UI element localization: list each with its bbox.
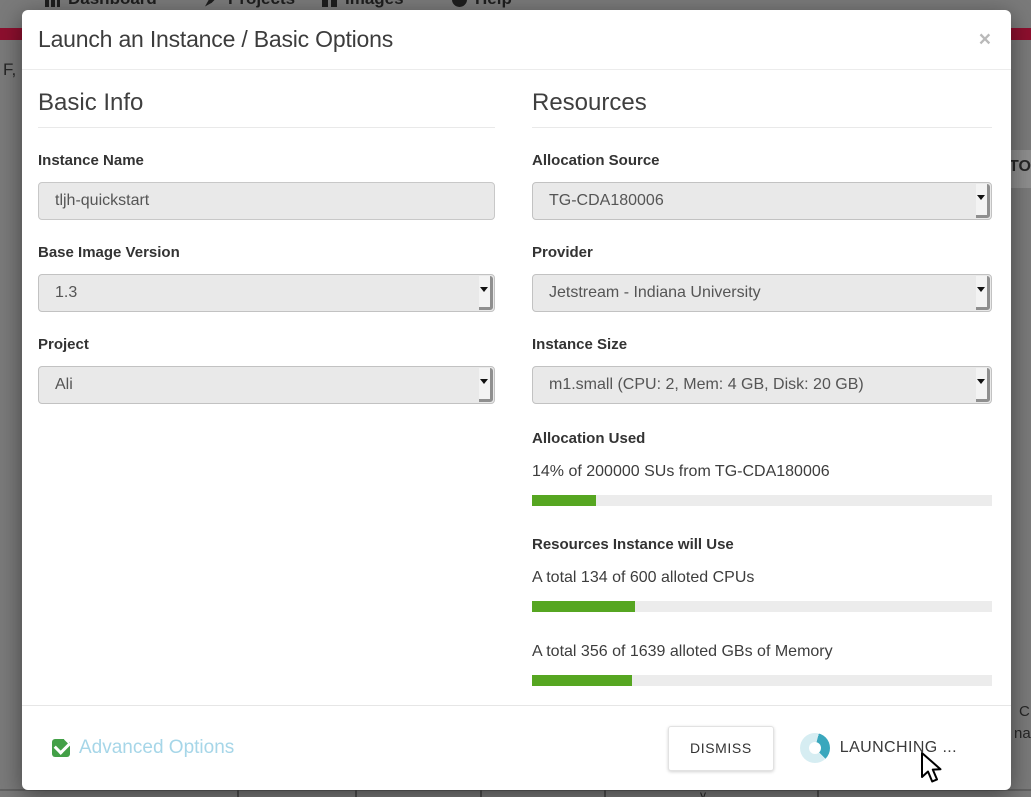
provider-select[interactable]: Jetstream - Indiana University bbox=[532, 274, 992, 312]
modal-header: Launch an Instance / Basic Options × bbox=[22, 10, 1011, 70]
selected-value: TG-CDA180006 bbox=[549, 192, 664, 210]
allocation-source-label: Allocation Source bbox=[532, 152, 992, 170]
resources-column: Resources Allocation Source TG-CDA180006… bbox=[532, 70, 992, 705]
instance-name-group: Instance Name bbox=[38, 152, 495, 220]
columns-icon bbox=[322, 0, 337, 7]
background-table-line bbox=[237, 790, 239, 797]
progress-fill bbox=[532, 675, 632, 686]
nav-item-help: Help bbox=[452, 0, 512, 9]
check-square-icon bbox=[52, 739, 70, 757]
base-image-version-label: Base Image Version bbox=[38, 244, 495, 262]
resources-heading: Resources bbox=[532, 88, 992, 128]
cpu-usage-progressbar bbox=[532, 601, 992, 612]
memory-usage-text: A total 356 of 1639 alloted GBs of Memor… bbox=[532, 642, 992, 661]
nav-item-images: Images bbox=[322, 0, 404, 9]
instance-name-label: Instance Name bbox=[38, 152, 495, 170]
background-table-line bbox=[604, 790, 606, 797]
loading-spinner-icon bbox=[800, 733, 830, 763]
project-select[interactable]: Ali bbox=[38, 366, 495, 404]
allocation-used-label: Allocation Used bbox=[532, 430, 992, 448]
chevron-down-icon bbox=[976, 368, 990, 402]
modal-footer: Advanced Options DISMISS LAUNCHING ... bbox=[22, 705, 1011, 790]
background-table-line bbox=[355, 790, 357, 797]
allocation-used-progressbar bbox=[532, 495, 992, 506]
memory-usage-progressbar bbox=[532, 675, 992, 686]
allocation-used-text: 14% of 200000 SUs from TG-CDA180006 bbox=[532, 462, 992, 481]
chevron-down-icon bbox=[976, 184, 990, 218]
allocation-source-select[interactable]: TG-CDA180006 bbox=[532, 182, 992, 220]
chevron-down-icon bbox=[479, 276, 493, 310]
base-image-version-group: Base Image Version 1.3 bbox=[38, 244, 495, 312]
selected-value: Ali bbox=[55, 376, 73, 394]
background-text-fragment: na bbox=[1014, 725, 1031, 742]
project-label: Project bbox=[38, 336, 495, 354]
base-image-version-select[interactable]: 1.3 bbox=[38, 274, 495, 312]
resources-will-use-section: Resources Instance will Use A total 134 … bbox=[532, 536, 992, 686]
cpu-usage-text: A total 134 of 600 alloted CPUs bbox=[532, 568, 992, 587]
progress-fill bbox=[532, 495, 596, 506]
advanced-options-label: Advanced Options bbox=[79, 737, 234, 759]
instance-size-select[interactable]: m1.small (CPU: 2, Mem: 4 GB, Disk: 20 GB… bbox=[532, 366, 992, 404]
nav-label: Images bbox=[345, 0, 404, 9]
chevron-down-icon bbox=[479, 368, 493, 402]
allocation-source-group: Allocation Source TG-CDA180006 bbox=[532, 152, 992, 220]
instance-size-label: Instance Size bbox=[532, 336, 992, 354]
bar-chart-icon bbox=[45, 0, 60, 7]
basic-info-heading: Basic Info bbox=[38, 88, 495, 128]
nav-label: Projects bbox=[228, 0, 295, 9]
mouse-cursor bbox=[918, 752, 948, 786]
instance-size-group: Instance Size m1.small (CPU: 2, Mem: 4 G… bbox=[532, 336, 992, 404]
background-navbar: Dashboard Projects Images Help bbox=[0, 0, 1031, 9]
basic-info-column: Basic Info Instance Name Base Image Vers… bbox=[38, 70, 495, 705]
modal-title: Launch an Instance / Basic Options bbox=[38, 26, 393, 53]
selected-value: Jetstream - Indiana University bbox=[549, 284, 761, 302]
question-circle-icon bbox=[452, 0, 467, 7]
close-icon[interactable]: × bbox=[979, 29, 991, 50]
resources-will-use-label: Resources Instance will Use bbox=[532, 536, 992, 554]
nav-label: Help bbox=[475, 0, 512, 9]
nav-item-dashboard: Dashboard bbox=[45, 0, 157, 9]
progress-fill bbox=[532, 601, 635, 612]
project-group: Project Ali bbox=[38, 336, 495, 404]
modal-body: Basic Info Instance Name Base Image Vers… bbox=[22, 70, 1011, 705]
provider-group: Provider Jetstream - Indiana University bbox=[532, 244, 992, 312]
background-table-line bbox=[817, 790, 819, 797]
selected-value: 1.3 bbox=[55, 284, 77, 302]
background-text-fragment: C bbox=[1019, 703, 1030, 720]
nav-item-projects: Projects bbox=[205, 0, 295, 9]
nav-label: Dashboard bbox=[68, 0, 157, 9]
allocation-used-section: Allocation Used 14% of 200000 SUs from T… bbox=[532, 430, 992, 506]
background-text-fragment: F, bbox=[3, 60, 16, 80]
chevron-down-icon bbox=[976, 276, 990, 310]
provider-label: Provider bbox=[532, 244, 992, 262]
background-text-fragment: TO bbox=[1009, 158, 1031, 176]
pencil-icon bbox=[205, 0, 220, 7]
launch-instance-modal: Launch an Instance / Basic Options × Bas… bbox=[22, 10, 1011, 790]
advanced-options-link[interactable]: Advanced Options bbox=[52, 737, 234, 759]
instance-name-input[interactable] bbox=[38, 182, 495, 220]
background-table-line bbox=[480, 790, 482, 797]
selected-value: m1.small (CPU: 2, Mem: 4 GB, Disk: 20 GB… bbox=[549, 376, 864, 394]
dismiss-button[interactable]: DISMISS bbox=[668, 726, 774, 771]
